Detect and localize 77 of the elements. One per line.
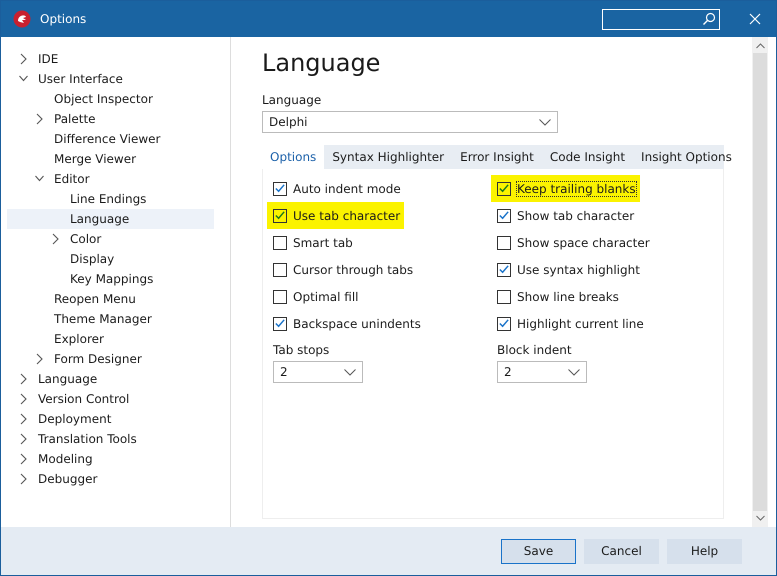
caret-icon: [568, 368, 580, 376]
check-icon: [498, 209, 510, 222]
checkbox-option[interactable]: Use tab character: [267, 202, 404, 229]
field-label: Block indent: [497, 343, 573, 357]
chevron-icon: [19, 413, 28, 425]
check-icon: [498, 182, 510, 195]
scroll-up-icon[interactable]: [756, 43, 764, 49]
caret-icon: [344, 368, 356, 376]
checkbox-option[interactable]: Show space character: [497, 229, 650, 256]
tab[interactable]: Options: [262, 145, 324, 169]
checkbox-option[interactable]: Auto indent mode: [273, 175, 401, 202]
checkbox-option[interactable]: Backspace unindents: [273, 310, 421, 337]
checkbox-option[interactable]: Smart tab: [273, 229, 353, 256]
tab[interactable]: Code Insight: [542, 145, 634, 169]
chevron-icon: [19, 433, 28, 445]
check-icon: [274, 317, 286, 330]
checkbox-option[interactable]: Show tab character: [497, 202, 634, 229]
close-icon[interactable]: [749, 13, 761, 25]
chevron-icon: [19, 53, 28, 65]
check-icon: [274, 182, 286, 195]
checkbox-option[interactable]: Cursor through tabs: [273, 256, 414, 283]
check-icon: [498, 317, 510, 330]
checkbox-option[interactable]: Show line breaks: [497, 283, 619, 310]
chevron-icon: [19, 473, 28, 485]
tree-item[interactable]: Explorer: [7, 329, 214, 349]
tree-item[interactable]: Color: [7, 229, 214, 249]
tree-item[interactable]: IDE: [7, 49, 214, 69]
tree-item[interactable]: Version Control: [7, 389, 214, 409]
field-label: Tab stops: [273, 343, 330, 357]
tree-item[interactable]: Theme Manager: [7, 309, 214, 329]
language-label: Language: [262, 93, 322, 107]
tree-item[interactable]: Modeling: [7, 449, 214, 469]
tree-item[interactable]: Reopen Menu: [7, 289, 214, 309]
search-icon: [702, 12, 716, 26]
scrollbar[interactable]: [752, 37, 768, 527]
tree-item[interactable]: User Interface: [7, 69, 214, 89]
dialog-button[interactable]: Help: [667, 538, 742, 564]
number-dropdown[interactable]: 2: [497, 361, 587, 383]
tree-item[interactable]: Translation Tools: [7, 429, 214, 449]
tree-item[interactable]: Key Mappings: [7, 269, 214, 289]
check-icon: [274, 209, 286, 222]
scroll-down-icon[interactable]: [756, 515, 764, 521]
tree-item[interactable]: Palette: [7, 109, 214, 129]
tree-item[interactable]: Line Endings: [7, 189, 214, 209]
search-field[interactable]: [602, 8, 720, 30]
language-dropdown[interactable]: Delphi: [262, 111, 558, 133]
tree-item[interactable]: Merge Viewer: [7, 149, 214, 169]
tab[interactable]: Syntax Highlighter: [324, 145, 452, 169]
chevron-icon: [19, 393, 28, 405]
chevron-icon: [51, 233, 60, 245]
caret-icon: [539, 118, 551, 126]
chevron-icon: [35, 353, 44, 365]
tree-item[interactable]: Difference Viewer: [7, 129, 214, 149]
dialog-button[interactable]: Cancel: [584, 538, 659, 564]
tree-item[interactable]: Editor: [7, 169, 214, 189]
page-heading: Language: [262, 49, 382, 77]
tab[interactable]: Error Insight: [452, 145, 542, 169]
chevron-icon: [19, 453, 28, 465]
number-dropdown[interactable]: 2: [273, 361, 363, 383]
checkbox-option[interactable]: Optimal fill: [273, 283, 359, 310]
tab[interactable]: Insight Options: [633, 145, 740, 169]
checkbox-option[interactable]: Use syntax highlight: [497, 256, 640, 283]
tree-item[interactable]: Object Inspector: [7, 89, 214, 109]
chevron-icon: [35, 113, 44, 125]
window-title: Options: [40, 12, 88, 26]
tree-item[interactable]: Language: [7, 369, 214, 389]
dialog-button[interactable]: Save: [501, 538, 576, 564]
checkbox-option[interactable]: Highlight current line: [497, 310, 644, 337]
tree-item[interactable]: Language: [7, 209, 214, 229]
tree-item[interactable]: Deployment: [7, 409, 214, 429]
tree-item[interactable]: Display: [7, 249, 214, 269]
check-icon: [498, 263, 510, 276]
tree-item[interactable]: Debugger: [7, 469, 214, 489]
app-logo-icon: [13, 10, 31, 28]
checkbox-option[interactable]: Keep trailing blanks: [491, 175, 640, 202]
chevron-icon: [19, 373, 28, 385]
tree-item[interactable]: Form Designer: [7, 349, 214, 369]
